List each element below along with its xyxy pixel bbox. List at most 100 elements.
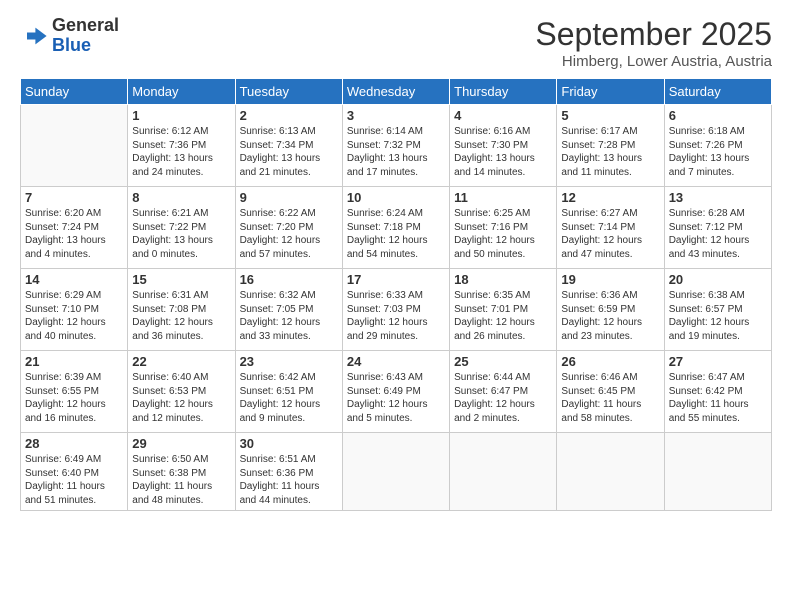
logo-blue-text: Blue bbox=[52, 36, 119, 56]
day-number: 21 bbox=[25, 354, 123, 369]
day-number: 11 bbox=[454, 190, 552, 205]
day-number: 28 bbox=[25, 436, 123, 451]
day-info: Sunrise: 6:31 AM Sunset: 7:08 PM Dayligh… bbox=[132, 289, 230, 343]
calendar-cell: 29 Sunrise: 6:50 AM Sunset: 6:38 PM Dayli… bbox=[128, 433, 235, 511]
day-info: Sunrise: 6:27 AM Sunset: 7:14 PM Dayligh… bbox=[561, 207, 659, 261]
day-number: 2 bbox=[240, 108, 338, 123]
day-number: 8 bbox=[132, 190, 230, 205]
day-info: Sunrise: 6:20 AM Sunset: 7:24 PM Dayligh… bbox=[25, 207, 123, 261]
day-info: Sunrise: 6:22 AM Sunset: 7:20 PM Dayligh… bbox=[240, 207, 338, 261]
day-number: 3 bbox=[347, 108, 445, 123]
calendar-week-row: 21 Sunrise: 6:39 AM Sunset: 6:55 PM Dayli… bbox=[21, 351, 772, 433]
day-info: Sunrise: 6:51 AM Sunset: 6:36 PM Dayligh… bbox=[240, 453, 338, 507]
day-number: 13 bbox=[669, 190, 767, 205]
calendar-cell: 15 Sunrise: 6:31 AM Sunset: 7:08 PM Dayli… bbox=[128, 269, 235, 351]
day-info: Sunrise: 6:42 AM Sunset: 6:51 PM Dayligh… bbox=[240, 371, 338, 425]
calendar-cell: 22 Sunrise: 6:40 AM Sunset: 6:53 PM Dayli… bbox=[128, 351, 235, 433]
day-number: 22 bbox=[132, 354, 230, 369]
day-number: 26 bbox=[561, 354, 659, 369]
day-number: 1 bbox=[132, 108, 230, 123]
day-number: 15 bbox=[132, 272, 230, 287]
calendar-cell: 20Sunrise: 6:38 AM Sunset: 6:57 PM Dayli… bbox=[664, 269, 771, 351]
day-number: 23 bbox=[240, 354, 338, 369]
day-info: Sunrise: 6:35 AM Sunset: 7:01 PM Dayligh… bbox=[454, 289, 552, 343]
calendar-cell: 17Sunrise: 6:33 AM Sunset: 7:03 PM Dayli… bbox=[342, 269, 449, 351]
day-info: Sunrise: 6:40 AM Sunset: 6:53 PM Dayligh… bbox=[132, 371, 230, 425]
calendar-cell: 5 Sunrise: 6:17 AM Sunset: 7:28 PM Daylig… bbox=[557, 105, 664, 187]
calendar-cell: 2 Sunrise: 6:13 AM Sunset: 7:34 PM Daylig… bbox=[235, 105, 342, 187]
calendar-cell: 12Sunrise: 6:27 AM Sunset: 7:14 PM Dayli… bbox=[557, 187, 664, 269]
day-number: 19 bbox=[561, 272, 659, 287]
calendar-header-monday: Monday bbox=[128, 79, 235, 105]
day-info: Sunrise: 6:36 AM Sunset: 6:59 PM Dayligh… bbox=[561, 289, 659, 343]
calendar-cell: 21 Sunrise: 6:39 AM Sunset: 6:55 PM Dayli… bbox=[21, 351, 128, 433]
day-number: 16 bbox=[240, 272, 338, 287]
calendar-cell: 1 Sunrise: 6:12 AM Sunset: 7:36 PM Daylig… bbox=[128, 105, 235, 187]
day-number: 24 bbox=[347, 354, 445, 369]
calendar-header-thursday: Thursday bbox=[450, 79, 557, 105]
calendar-cell: 24Sunrise: 6:43 AM Sunset: 6:49 PM Dayli… bbox=[342, 351, 449, 433]
day-info: Sunrise: 6:12 AM Sunset: 7:36 PM Dayligh… bbox=[132, 125, 230, 179]
calendar-cell bbox=[21, 105, 128, 187]
calendar-header-saturday: Saturday bbox=[664, 79, 771, 105]
calendar-header-wednesday: Wednesday bbox=[342, 79, 449, 105]
day-info: Sunrise: 6:29 AM Sunset: 7:10 PM Dayligh… bbox=[25, 289, 123, 343]
day-info: Sunrise: 6:49 AM Sunset: 6:40 PM Dayligh… bbox=[25, 453, 123, 507]
day-info: Sunrise: 6:38 AM Sunset: 6:57 PM Dayligh… bbox=[669, 289, 767, 343]
logo-general-text: General bbox=[52, 16, 119, 36]
day-info: Sunrise: 6:32 AM Sunset: 7:05 PM Dayligh… bbox=[240, 289, 338, 343]
calendar-cell bbox=[664, 433, 771, 511]
day-info: Sunrise: 6:14 AM Sunset: 7:32 PM Dayligh… bbox=[347, 125, 445, 179]
calendar-week-row: 1 Sunrise: 6:12 AM Sunset: 7:36 PM Daylig… bbox=[21, 105, 772, 187]
day-info: Sunrise: 6:25 AM Sunset: 7:16 PM Dayligh… bbox=[454, 207, 552, 261]
calendar-week-row: 14 Sunrise: 6:29 AM Sunset: 7:10 PM Dayli… bbox=[21, 269, 772, 351]
calendar-cell: 8 Sunrise: 6:21 AM Sunset: 7:22 PM Daylig… bbox=[128, 187, 235, 269]
calendar-header-friday: Friday bbox=[557, 79, 664, 105]
logo-icon bbox=[20, 22, 48, 50]
main-title: September 2025 bbox=[535, 16, 772, 53]
day-number: 27 bbox=[669, 354, 767, 369]
logo-text: General Blue bbox=[52, 16, 119, 56]
day-number: 14 bbox=[25, 272, 123, 287]
day-number: 6 bbox=[669, 108, 767, 123]
day-number: 9 bbox=[240, 190, 338, 205]
calendar-cell: 19 Sunrise: 6:36 AM Sunset: 6:59 PM Dayli… bbox=[557, 269, 664, 351]
calendar-cell: 28 Sunrise: 6:49 AM Sunset: 6:40 PM Dayli… bbox=[21, 433, 128, 511]
logo: General Blue bbox=[20, 16, 119, 56]
calendar-header-row: SundayMondayTuesdayWednesdayThursdayFrid… bbox=[21, 79, 772, 105]
day-info: Sunrise: 6:28 AM Sunset: 7:12 PM Dayligh… bbox=[669, 207, 767, 261]
calendar-cell: 26Sunrise: 6:46 AM Sunset: 6:45 PM Dayli… bbox=[557, 351, 664, 433]
calendar-week-row: 7 Sunrise: 6:20 AM Sunset: 7:24 PM Daylig… bbox=[21, 187, 772, 269]
day-number: 7 bbox=[25, 190, 123, 205]
day-info: Sunrise: 6:18 AM Sunset: 7:26 PM Dayligh… bbox=[669, 125, 767, 179]
calendar-cell: 30 Sunrise: 6:51 AM Sunset: 6:36 PM Dayli… bbox=[235, 433, 342, 511]
calendar-cell: 25Sunrise: 6:44 AM Sunset: 6:47 PM Dayli… bbox=[450, 351, 557, 433]
calendar-cell: 4Sunrise: 6:16 AM Sunset: 7:30 PM Daylig… bbox=[450, 105, 557, 187]
calendar-header-sunday: Sunday bbox=[21, 79, 128, 105]
title-block: September 2025 Himberg, Lower Austria, A… bbox=[535, 16, 772, 70]
calendar-cell: 16 Sunrise: 6:32 AM Sunset: 7:05 PM Dayli… bbox=[235, 269, 342, 351]
day-number: 30 bbox=[240, 436, 338, 451]
day-number: 25 bbox=[454, 354, 552, 369]
calendar-cell: 14 Sunrise: 6:29 AM Sunset: 7:10 PM Dayli… bbox=[21, 269, 128, 351]
calendar-cell: 11 Sunrise: 6:25 AM Sunset: 7:16 PM Dayli… bbox=[450, 187, 557, 269]
calendar-cell: 23 Sunrise: 6:42 AM Sunset: 6:51 PM Dayli… bbox=[235, 351, 342, 433]
day-info: Sunrise: 6:21 AM Sunset: 7:22 PM Dayligh… bbox=[132, 207, 230, 261]
calendar-cell: 27 Sunrise: 6:47 AM Sunset: 6:42 PM Dayli… bbox=[664, 351, 771, 433]
calendar-cell: 7 Sunrise: 6:20 AM Sunset: 7:24 PM Daylig… bbox=[21, 187, 128, 269]
day-number: 5 bbox=[561, 108, 659, 123]
page: General Blue September 2025 Himberg, Low… bbox=[0, 0, 792, 612]
day-info: Sunrise: 6:39 AM Sunset: 6:55 PM Dayligh… bbox=[25, 371, 123, 425]
day-number: 18 bbox=[454, 272, 552, 287]
calendar-cell: 10Sunrise: 6:24 AM Sunset: 7:18 PM Dayli… bbox=[342, 187, 449, 269]
day-info: Sunrise: 6:16 AM Sunset: 7:30 PM Dayligh… bbox=[454, 125, 552, 179]
day-info: Sunrise: 6:17 AM Sunset: 7:28 PM Dayligh… bbox=[561, 125, 659, 179]
calendar-cell: 6 Sunrise: 6:18 AM Sunset: 7:26 PM Daylig… bbox=[664, 105, 771, 187]
day-info: Sunrise: 6:50 AM Sunset: 6:38 PM Dayligh… bbox=[132, 453, 230, 507]
header: General Blue September 2025 Himberg, Low… bbox=[20, 16, 772, 70]
day-number: 29 bbox=[132, 436, 230, 451]
subtitle: Himberg, Lower Austria, Austria bbox=[535, 53, 772, 70]
day-info: Sunrise: 6:47 AM Sunset: 6:42 PM Dayligh… bbox=[669, 371, 767, 425]
day-info: Sunrise: 6:13 AM Sunset: 7:34 PM Dayligh… bbox=[240, 125, 338, 179]
calendar-cell: 13 Sunrise: 6:28 AM Sunset: 7:12 PM Dayli… bbox=[664, 187, 771, 269]
